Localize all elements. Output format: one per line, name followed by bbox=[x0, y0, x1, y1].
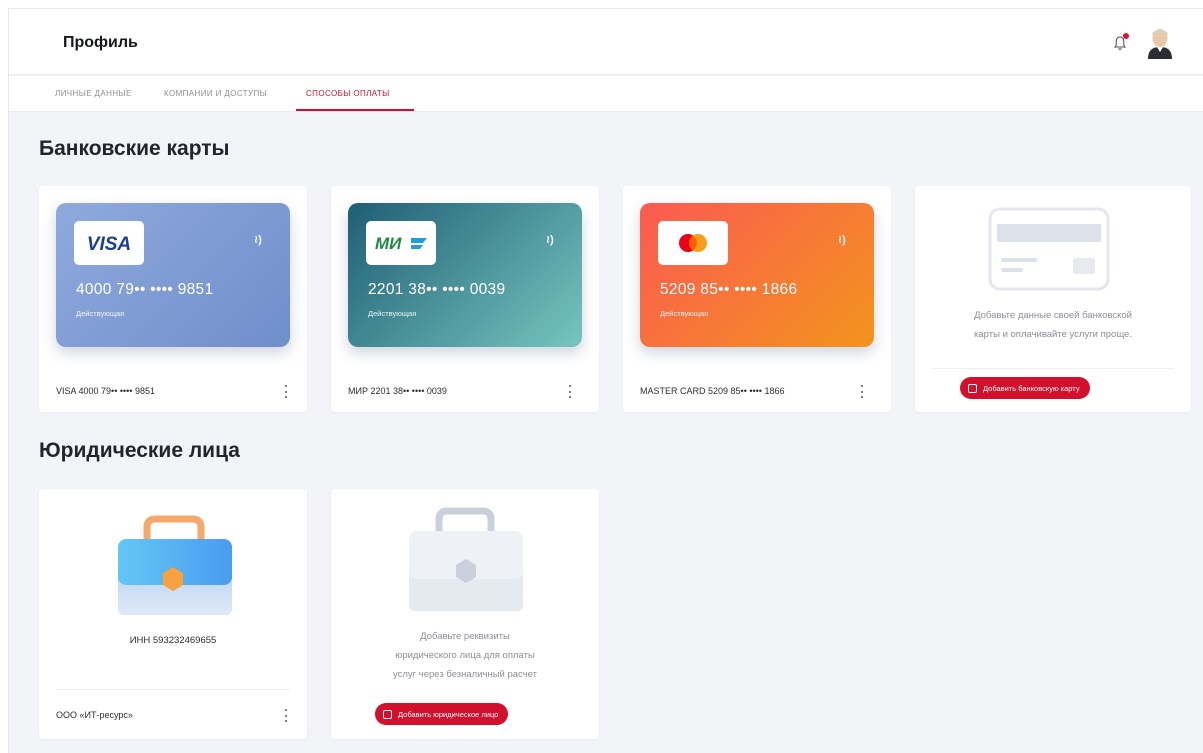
notifications-button[interactable] bbox=[1113, 33, 1129, 51]
inn-label: ИНН 593232469655 bbox=[129, 635, 217, 646]
add-bank-card-label: Добавить банковскую карту bbox=[983, 383, 1080, 393]
svg-text:МИ: МИ bbox=[375, 234, 402, 253]
bank-cards-heading: Банковские карты bbox=[39, 137, 230, 160]
svg-text:VISA: VISA bbox=[87, 234, 131, 255]
add-card-hint-line: карты и оплачивайте услуги проще. bbox=[974, 329, 1132, 340]
card-caption: MASTER CARD 5209 85•• •••• 1866 bbox=[640, 386, 785, 396]
briefcase-icon bbox=[118, 515, 232, 615]
card-status: Действующая bbox=[660, 309, 709, 318]
add-company-icon bbox=[383, 709, 392, 719]
legal-entities-heading: Юридические лица bbox=[39, 439, 240, 462]
bank-card-panel: ≀) 5209 85•• •••• 1866 Действующая MASTE… bbox=[623, 186, 891, 412]
card-number: 2201 38•• •••• 0039 bbox=[368, 281, 506, 298]
more-vertical-icon[interactable] bbox=[285, 385, 288, 398]
card-number: 5209 85•• •••• 1866 bbox=[660, 281, 798, 298]
profile-tabs: ЛИЧНЫЕ ДАННЫЕ КОМПАНИИ И ДОСТУПЫ СПОСОБЫ… bbox=[9, 76, 1203, 112]
card-status: Действующая bbox=[368, 309, 417, 318]
visa-logo: VISA bbox=[74, 221, 144, 265]
add-card-icon bbox=[968, 383, 977, 393]
legal-entity-panel: ИНН 593232469655 ООО «ИТ-ресурс» bbox=[39, 489, 307, 739]
active-tab-indicator bbox=[296, 109, 414, 111]
bank-card-mastercard[interactable]: ≀) 5209 85•• •••• 1866 Действующая bbox=[640, 203, 874, 347]
add-card-hint-line: Добавьте данные своей банковской bbox=[974, 310, 1132, 321]
bank-card-mir[interactable]: МИ ≀) 2201 38•• •••• 0039 Действующая bbox=[348, 203, 582, 347]
top-bar: Профиль bbox=[9, 9, 1203, 75]
bank-card-visa[interactable]: VISA ≀) 4000 79•• •••• 9851 Действующая bbox=[56, 203, 290, 347]
add-legal-hint: Добавьте реквизиты юридического лица для… bbox=[331, 627, 599, 684]
more-vertical-icon[interactable] bbox=[569, 385, 572, 398]
briefcase-placeholder-icon bbox=[409, 507, 523, 611]
avatar[interactable] bbox=[1145, 25, 1175, 59]
more-vertical-icon[interactable] bbox=[861, 385, 864, 398]
card-caption: МИР 2201 38•• •••• 0039 bbox=[348, 386, 447, 396]
tab-companies-access[interactable]: КОМПАНИИ И ДОСТУПЫ bbox=[164, 89, 267, 98]
page-title: Профиль bbox=[63, 34, 138, 51]
add-legal-entity-label: Добавить юридическое лицо bbox=[398, 709, 499, 719]
add-legal-hint-line: услуг через безналичный расчет bbox=[393, 669, 537, 680]
divider bbox=[56, 689, 290, 690]
more-vertical-icon[interactable] bbox=[285, 709, 288, 722]
add-bank-card-panel: Добавьте данные своей банковской карты и… bbox=[915, 186, 1191, 412]
divider bbox=[932, 368, 1174, 369]
card-status: Действующая bbox=[76, 309, 125, 318]
mastercard-logo bbox=[658, 221, 728, 265]
nfc-icon: ≀) bbox=[838, 234, 846, 246]
add-card-hint: Добавьте данные своей банковской карты и… bbox=[915, 306, 1191, 344]
card-caption: VISA 4000 79•• •••• 9851 bbox=[56, 386, 155, 396]
tab-payment-methods[interactable]: СПОСОБЫ ОПЛАТЫ bbox=[306, 89, 390, 98]
nfc-icon: ≀) bbox=[546, 234, 554, 246]
bank-card-panel: VISA ≀) 4000 79•• •••• 9851 Действующая … bbox=[39, 186, 307, 412]
add-legal-hint-line: Добавьте реквизиты bbox=[420, 631, 510, 642]
add-legal-entity-button[interactable]: Добавить юридическое лицо bbox=[375, 703, 509, 725]
nfc-icon: ≀) bbox=[254, 234, 262, 246]
mir-logo: МИ bbox=[366, 221, 436, 265]
tab-personal-data[interactable]: ЛИЧНЫЕ ДАННЫЕ bbox=[55, 89, 132, 98]
app-frame: Профиль ЛИЧНЫЕ ДАННЫЕ КОМПАНИИ И ДОСТУПЫ… bbox=[8, 8, 1203, 753]
card-number: 4000 79•• •••• 9851 bbox=[76, 281, 214, 298]
add-bank-card-button[interactable]: Добавить банковскую карту bbox=[960, 377, 1090, 399]
company-name: ООО «ИТ-ресурс» bbox=[56, 710, 133, 720]
bank-card-panel: МИ ≀) 2201 38•• •••• 0039 Действующая МИ… bbox=[331, 186, 599, 412]
card-placeholder-icon bbox=[988, 207, 1110, 291]
add-legal-entity-panel: Добавьте реквизиты юридического лица для… bbox=[331, 489, 599, 739]
add-legal-hint-line: юридического лица для оплаты bbox=[395, 650, 535, 661]
notification-dot bbox=[1123, 33, 1129, 39]
